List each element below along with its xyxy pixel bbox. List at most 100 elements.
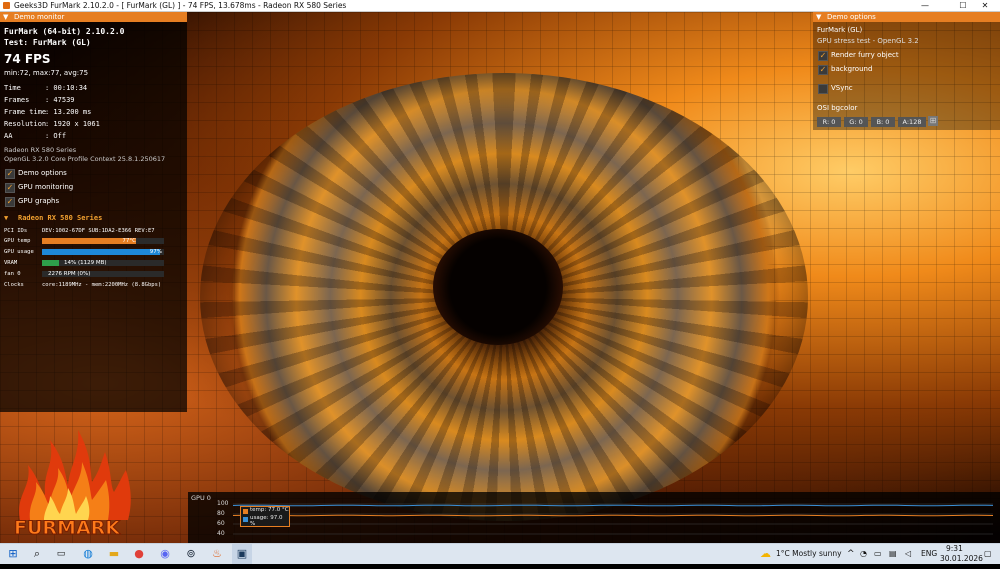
donut-hole: [433, 229, 563, 345]
collapse-triangle-icon: ▼: [3, 12, 8, 22]
gpu-temp-bar: 77°C: [42, 238, 164, 244]
windows-taskbar: ⊞ ⌕ ▭ ◍ ▬ ● ◉ ⊚ ♨ ▣ ☁ 1°C Mostly sunny ^…: [0, 543, 1000, 564]
furmark-logo: FURMARK: [10, 410, 140, 540]
edge-icon[interactable]: ◍: [78, 544, 98, 564]
y-tick-label: 40: [217, 530, 225, 537]
gpu-graphs-label: GPU graphs: [18, 197, 59, 205]
demo-options-panel: ▼ Demo options FurMark (GL) GPU stress t…: [813, 12, 1000, 130]
bgcolor-a-field[interactable]: A:128: [898, 117, 926, 127]
yandex-browser-icon[interactable]: ●: [129, 544, 149, 564]
wifi-icon[interactable]: ◔: [860, 544, 867, 564]
fan-label: fan 0: [4, 271, 21, 277]
gpu-monitoring-checkbox[interactable]: ✓: [5, 183, 15, 193]
stat-label: Frames: [4, 96, 29, 104]
demo-monitor-panel: ▼ Demo monitor FurMark (64-bit) 2.10.2.0…: [0, 12, 187, 412]
usage-legend-label: usage: 97.0 %: [250, 515, 289, 527]
test-name: Test: FurMark (GL): [4, 38, 91, 47]
clock-date[interactable]: 30.01.2026: [940, 549, 983, 569]
vsync-checkbox[interactable]: ✓: [818, 84, 828, 94]
task-view-icon[interactable]: ▭: [51, 544, 71, 564]
opengl-version: OpenGL 3.2.0 Core Profile Context 25.8.1…: [4, 155, 165, 163]
demo-options-title: Demo options: [827, 12, 876, 22]
stat-value: : 1920 x 1061: [45, 120, 100, 128]
graph-legend: temp: 77.0 °C usage: 97.0 %: [240, 506, 290, 527]
pci-label: PCI IDs: [4, 228, 27, 234]
bgcolor-g-field[interactable]: G: 0: [844, 117, 868, 127]
vram-label: VRAM: [4, 260, 17, 266]
gpu-usage-value: 97%: [42, 248, 164, 256]
pci-value: DEV:1002-67DF SUB:1DA2-E366 REV:E7: [42, 228, 155, 234]
demo-monitor-header[interactable]: ▼ Demo monitor: [0, 12, 187, 22]
weather-text[interactable]: 1°C Mostly sunny: [776, 544, 842, 564]
language-indicator[interactable]: ENG: [921, 544, 937, 564]
furmark-window-taskbar-icon[interactable]: ▣: [232, 544, 252, 564]
stat-label: Resolution: [4, 120, 46, 128]
gpu-name: Radeon RX 580 Series: [4, 146, 76, 154]
window-title-bar: Geeks3D FurMark 2.10.2.0 - [ FurMark (GL…: [0, 0, 1000, 12]
start-icon[interactable]: ⊞: [3, 544, 23, 564]
close-button[interactable]: ✕: [970, 0, 1000, 11]
osi-bgcolor-label: OSI bgcolor: [817, 104, 857, 112]
gpu-graphs-checkbox[interactable]: ✓: [5, 197, 15, 207]
monitor-icon[interactable]: ▤: [889, 544, 897, 564]
app-version: FurMark (64-bit) 2.10.2.0: [4, 27, 124, 36]
vsync-label: VSync: [831, 84, 853, 92]
network-icon[interactable]: ▭: [874, 544, 882, 564]
render-furry-checkbox[interactable]: ✓: [818, 51, 828, 61]
stat-label: Frame time: [4, 108, 46, 116]
bgcolor-b-field[interactable]: B: 0: [871, 117, 895, 127]
y-tick-label: 60: [217, 520, 225, 527]
notifications-icon[interactable]: ▢: [984, 544, 992, 564]
window-title: Geeks3D FurMark 2.10.2.0 - [ FurMark (GL…: [14, 0, 346, 11]
gpu-usage-label: GPU usage: [4, 249, 34, 255]
discord-icon[interactable]: ◉: [155, 544, 175, 564]
temp-legend-label: temp: 77.0 °C: [250, 507, 289, 513]
fan-bar: 2276 RPM (0%): [42, 271, 164, 277]
usage-series-line: [233, 505, 993, 506]
search-icon[interactable]: ⌕: [27, 544, 47, 564]
collapse-triangle-icon: ▼: [816, 12, 821, 22]
gpu-monitoring-label: GPU monitoring: [18, 183, 73, 191]
y-tick-label: 100: [217, 500, 228, 507]
gpu-section-header: Radeon RX 580 Series: [18, 214, 102, 222]
graph-plot-area: [233, 500, 993, 540]
vram-bar: 14% (1129 MB): [42, 260, 164, 266]
graph-title: GPU 0: [191, 494, 211, 502]
temp-legend-swatch: [243, 509, 248, 514]
y-tick-label: 80: [217, 510, 225, 517]
minimize-button[interactable]: —: [910, 0, 940, 11]
show-hidden-icons[interactable]: ^: [847, 544, 855, 564]
file-explorer-icon[interactable]: ▬: [104, 544, 124, 564]
stat-value: : Off: [45, 132, 66, 140]
stat-label: AA: [4, 132, 12, 140]
gpu-temp-label: GPU temp: [4, 238, 31, 244]
fps-value: 74 FPS: [4, 52, 51, 66]
background-label: background: [831, 65, 872, 73]
gpu-temp-value: 77°C: [42, 237, 164, 245]
stat-value: : 00:10:34: [45, 84, 87, 92]
options-subtitle: GPU stress test - OpenGL 3.2: [817, 37, 919, 45]
clocks-label: Clocks: [4, 282, 24, 288]
steam-icon[interactable]: ⊚: [181, 544, 201, 564]
furmark-app-icon: [3, 2, 10, 9]
color-picker-icon[interactable]: ⊞: [928, 116, 938, 126]
gpu-section-triangle-icon[interactable]: ▼: [4, 214, 8, 222]
options-title: FurMark (GL): [817, 26, 862, 34]
bgcolor-r-field[interactable]: R: 0: [817, 117, 841, 127]
usage-legend-swatch: [243, 517, 248, 522]
demo-monitor-title: Demo monitor: [14, 12, 64, 22]
weather-icon[interactable]: ☁: [760, 544, 771, 564]
fps-stats: min:72, max:77, avg:75: [4, 69, 88, 77]
stat-value: : 47539: [45, 96, 75, 104]
background-checkbox[interactable]: ✓: [818, 65, 828, 75]
gpu-usage-bar: 97%: [42, 249, 164, 255]
svg-text:FURMARK: FURMARK: [14, 517, 121, 539]
demo-options-header[interactable]: ▼ Demo options: [813, 12, 1000, 22]
volume-icon[interactable]: ◁: [905, 544, 911, 564]
fan-value: 2276 RPM (0%): [42, 270, 164, 278]
demo-options-checkbox[interactable]: ✓: [5, 169, 15, 179]
gpu-graph-panel: GPU 0 100 80 60 40 temp: 77.0 °C usage: …: [188, 492, 1000, 543]
render-furry-label: Render furry object: [831, 51, 899, 59]
furmark-taskbar-icon[interactable]: ♨: [207, 544, 227, 564]
demo-options-label: Demo options: [18, 169, 67, 177]
